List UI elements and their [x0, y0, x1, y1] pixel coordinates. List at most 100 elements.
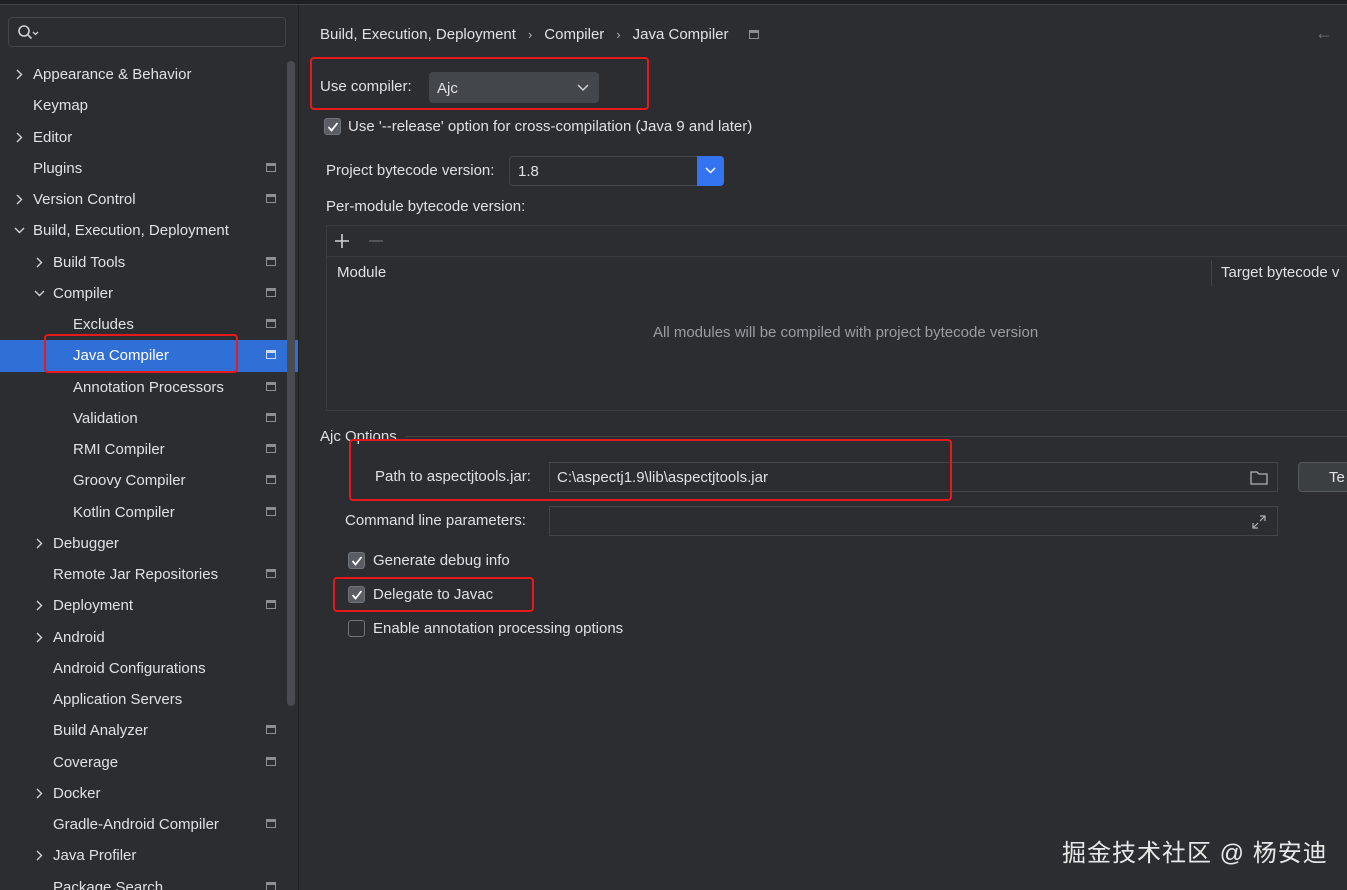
chevron-right-icon[interactable]: [13, 184, 25, 215]
settings-content: Build, Execution, Deployment › Compiler …: [299, 5, 1347, 890]
sidebar-item-label: Appearance & Behavior: [33, 66, 192, 83]
sidebar-item-label: Build Analyzer: [53, 722, 149, 740]
remove-icon[interactable]: [368, 233, 384, 249]
project-settings-icon: [266, 319, 276, 328]
sidebar-item-validation[interactable]: Validation: [0, 403, 298, 434]
chevron-down-icon[interactable]: [33, 278, 45, 309]
chevron-right-icon[interactable]: [33, 840, 45, 871]
annotation-processing-checkbox[interactable]: [348, 620, 365, 637]
bytecode-version-select[interactable]: 1.8: [509, 156, 724, 186]
sidebar-item-docker[interactable]: Docker: [0, 778, 298, 809]
use-compiler-select[interactable]: Ajc: [429, 72, 599, 103]
sidebar-item-remote-jar-repositories[interactable]: Remote Jar Repositories: [0, 559, 298, 590]
chevron-right-icon[interactable]: [33, 622, 45, 653]
project-settings-icon: [266, 287, 276, 297]
chevron-right-icon[interactable]: [33, 247, 45, 278]
column-header-module[interactable]: Module: [337, 264, 386, 281]
sidebar-item-label: RMI Compiler: [73, 441, 165, 458]
chevron-right-icon: ›: [616, 26, 621, 42]
sidebar-item-groovy-compiler[interactable]: Groovy Compiler: [0, 465, 298, 496]
generate-debug-label: Generate debug info: [373, 552, 510, 569]
sidebar-item-label: Build Tools: [53, 253, 126, 271]
aspectjtools-path-label: Path to aspectjtools.jar:: [375, 468, 531, 485]
delegate-javac-checkbox[interactable]: [348, 586, 365, 603]
section-divider: [405, 436, 1347, 437]
chevron-right-icon[interactable]: [33, 528, 45, 559]
project-settings-icon: [748, 29, 759, 39]
sidebar-item-keymap[interactable]: Keymap: [0, 90, 298, 121]
project-settings-icon: [266, 256, 276, 266]
annotation-processing-label: Enable annotation processing options: [373, 620, 624, 637]
aspectjtools-path-field[interactable]: C:\aspectj1.9\lib\aspectjtools.jar: [549, 462, 1278, 492]
chevron-right-icon[interactable]: [13, 59, 25, 90]
checkmark-icon: [351, 556, 363, 566]
sidebar-item-label: Kotlin Compiler: [73, 503, 175, 521]
breadcrumb-item[interactable]: Compiler: [544, 26, 604, 43]
sidebar-item-compiler[interactable]: Compiler: [0, 278, 298, 309]
sidebar-item-label: Deployment: [53, 597, 134, 615]
generate-debug-checkbox[interactable]: [348, 552, 365, 569]
release-option-checkbox[interactable]: [324, 118, 341, 135]
sidebar-item-label: Keymap: [33, 97, 89, 115]
breadcrumb-item[interactable]: Build, Execution, Deployment: [320, 26, 516, 43]
sidebar-item-appearance-behavior[interactable]: Appearance & Behavior: [0, 59, 298, 90]
sidebar-item-package-search[interactable]: Package Search: [0, 872, 298, 890]
back-arrow-icon[interactable]: ←: [1315, 23, 1333, 44]
folder-icon[interactable]: [1250, 470, 1268, 485]
sidebar-item-label: Java Profiler: [53, 847, 137, 865]
command-line-field[interactable]: [549, 506, 1278, 536]
project-settings-icon: [266, 350, 276, 360]
add-icon[interactable]: [334, 233, 350, 249]
settings-search-input[interactable]: [8, 17, 286, 47]
settings-tree: Appearance & Behavior Keymap Editor Plugins…: [0, 59, 298, 890]
project-settings-icon: [266, 881, 276, 890]
sidebar-item-build-execution-deployment[interactable]: Build, Execution, Deployment: [0, 215, 298, 246]
test-button[interactable]: Te: [1298, 462, 1347, 492]
aspectjtools-path-value: C:\aspectj1.9\lib\aspectjtools.jar: [557, 469, 768, 486]
sidebar-item-rmi-compiler[interactable]: RMI Compiler: [0, 434, 298, 465]
sidebar-item-label: Docker: [53, 784, 101, 802]
bytecode-version-value: 1.8: [518, 163, 539, 180]
per-module-table: Module Target bytecode v All modules wil…: [326, 225, 1347, 411]
chevron-right-icon[interactable]: [13, 122, 25, 153]
sidebar-item-application-servers[interactable]: Application Servers: [0, 684, 298, 715]
sidebar-item-label: Android Configurations: [53, 659, 206, 677]
sidebar-item-build-analyzer[interactable]: Build Analyzer: [0, 715, 298, 746]
ajc-options-title: Ajc Options: [320, 428, 397, 445]
sidebar-item-android[interactable]: Android: [0, 622, 298, 653]
sidebar-item-version-control[interactable]: Version Control: [0, 184, 298, 215]
sidebar-item-annotation-processors[interactable]: Annotation Processors: [0, 372, 298, 403]
sidebar-item-build-tools[interactable]: Build Tools: [0, 247, 298, 278]
sidebar-item-android-configurations[interactable]: Android Configurations: [0, 653, 298, 684]
expand-icon[interactable]: [1252, 515, 1266, 529]
sidebar-item-label: Gradle-Android Compiler: [53, 816, 219, 833]
empty-table-text: All modules will be compiled with projec…: [653, 324, 1039, 341]
project-settings-icon: [266, 444, 276, 453]
sidebar-item-excludes[interactable]: Excludes: [0, 309, 298, 340]
sidebar-item-label: Groovy Compiler: [73, 472, 186, 490]
sidebar-item-java-compiler[interactable]: Java Compiler: [0, 340, 298, 372]
sidebar-item-kotlin-compiler[interactable]: Kotlin Compiler: [0, 497, 298, 528]
search-icon: [18, 25, 39, 40]
sidebar-item-label: Android: [53, 628, 105, 646]
bytecode-version-label: Project bytecode version:: [326, 162, 495, 179]
sidebar-item-debugger[interactable]: Debugger: [0, 528, 298, 559]
chevron-right-icon[interactable]: [33, 590, 45, 621]
chevron-right-icon[interactable]: [33, 778, 45, 809]
chevron-down-icon: [577, 84, 589, 92]
sidebar-item-plugins[interactable]: Plugins: [0, 153, 298, 184]
project-settings-icon: [266, 819, 276, 828]
sidebar-item-deployment[interactable]: Deployment: [0, 590, 298, 621]
sidebar-item-coverage[interactable]: Coverage: [0, 747, 298, 778]
chevron-down-icon[interactable]: [13, 215, 25, 246]
sidebar-item-label: Compiler: [53, 284, 114, 302]
sidebar-item-editor[interactable]: Editor: [0, 122, 298, 153]
column-header-target[interactable]: Target bytecode v: [1221, 264, 1339, 281]
bytecode-dropdown-button[interactable]: [697, 156, 724, 186]
settings-sidebar: Appearance & Behavior Keymap Editor Plugins…: [0, 5, 299, 890]
table-header-divider: [327, 256, 1347, 257]
sidebar-scrollbar[interactable]: [287, 61, 295, 706]
checkmark-icon: [327, 122, 339, 132]
sidebar-item-java-profiler[interactable]: Java Profiler: [0, 840, 298, 871]
sidebar-item-gradle-android-compiler[interactable]: Gradle-Android Compiler: [0, 809, 298, 840]
